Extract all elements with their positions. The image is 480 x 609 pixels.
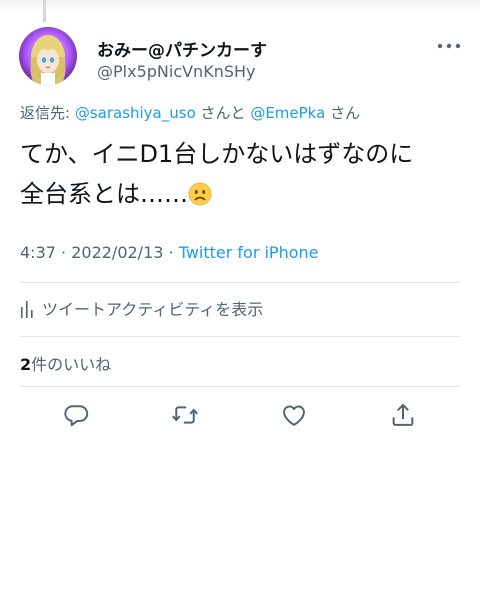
- thread-connector-line: [43, 0, 46, 22]
- reply-to-line: 返信先: @sarashiya_uso さんと @EmePka さん: [20, 102, 360, 123]
- tweet-text-line: 全台系とは……: [20, 174, 460, 214]
- avatar-image: [19, 27, 77, 85]
- top-edge: [0, 0, 480, 12]
- reply-to-prefix: 返信先:: [20, 104, 75, 122]
- tweet-time[interactable]: 4:37: [20, 243, 56, 262]
- view-tweet-activity-link[interactable]: ツイートアクティビティを表示: [20, 296, 263, 320]
- meta-separator: ·: [55, 243, 72, 262]
- view-tweet-activity-label: ツイートアクティビティを表示: [42, 300, 264, 319]
- author-handle[interactable]: @Plx5pNicVnKnSHy: [97, 62, 255, 81]
- avatar[interactable]: [19, 27, 77, 85]
- divider: [20, 336, 460, 337]
- reply-to-suffix: さん: [325, 104, 361, 122]
- reply-to-connector: さんと: [195, 104, 251, 122]
- more-horizontal-icon[interactable]: [436, 38, 462, 54]
- meta-separator: ·: [163, 243, 179, 262]
- divider: [20, 386, 460, 387]
- author-display-name[interactable]: おみー@パチンカーす: [97, 36, 267, 61]
- worried-face-icon: [188, 178, 212, 206]
- tweet-text-fragment: 全台系とは……: [20, 180, 188, 208]
- tweet-date[interactable]: 2022/02/13: [71, 243, 163, 262]
- share-icon[interactable]: [389, 401, 417, 429]
- likes-count-link[interactable]: 2件のいいね: [20, 351, 111, 375]
- retweet-icon[interactable]: [171, 401, 199, 429]
- reply-icon[interactable]: [62, 401, 90, 429]
- likes-label: 件のいいね: [31, 355, 112, 374]
- tweet-meta: 4:37 · 2022/02/13 · Twitter for iPhone: [20, 243, 319, 262]
- heart-icon[interactable]: [280, 401, 308, 429]
- tweet-text: てか、イニD1台しかないはずなのに 全台系とは……: [20, 134, 460, 214]
- bar-chart-icon: [21, 301, 33, 318]
- mention-link[interactable]: @sarashiya_uso: [75, 104, 196, 122]
- tweet-text-line: てか、イニD1台しかないはずなのに: [20, 140, 414, 168]
- likes-count: 2: [20, 355, 32, 374]
- divider: [20, 282, 460, 283]
- tweet-source-link[interactable]: Twitter for iPhone: [179, 243, 319, 262]
- mention-link[interactable]: @EmePka: [250, 104, 325, 122]
